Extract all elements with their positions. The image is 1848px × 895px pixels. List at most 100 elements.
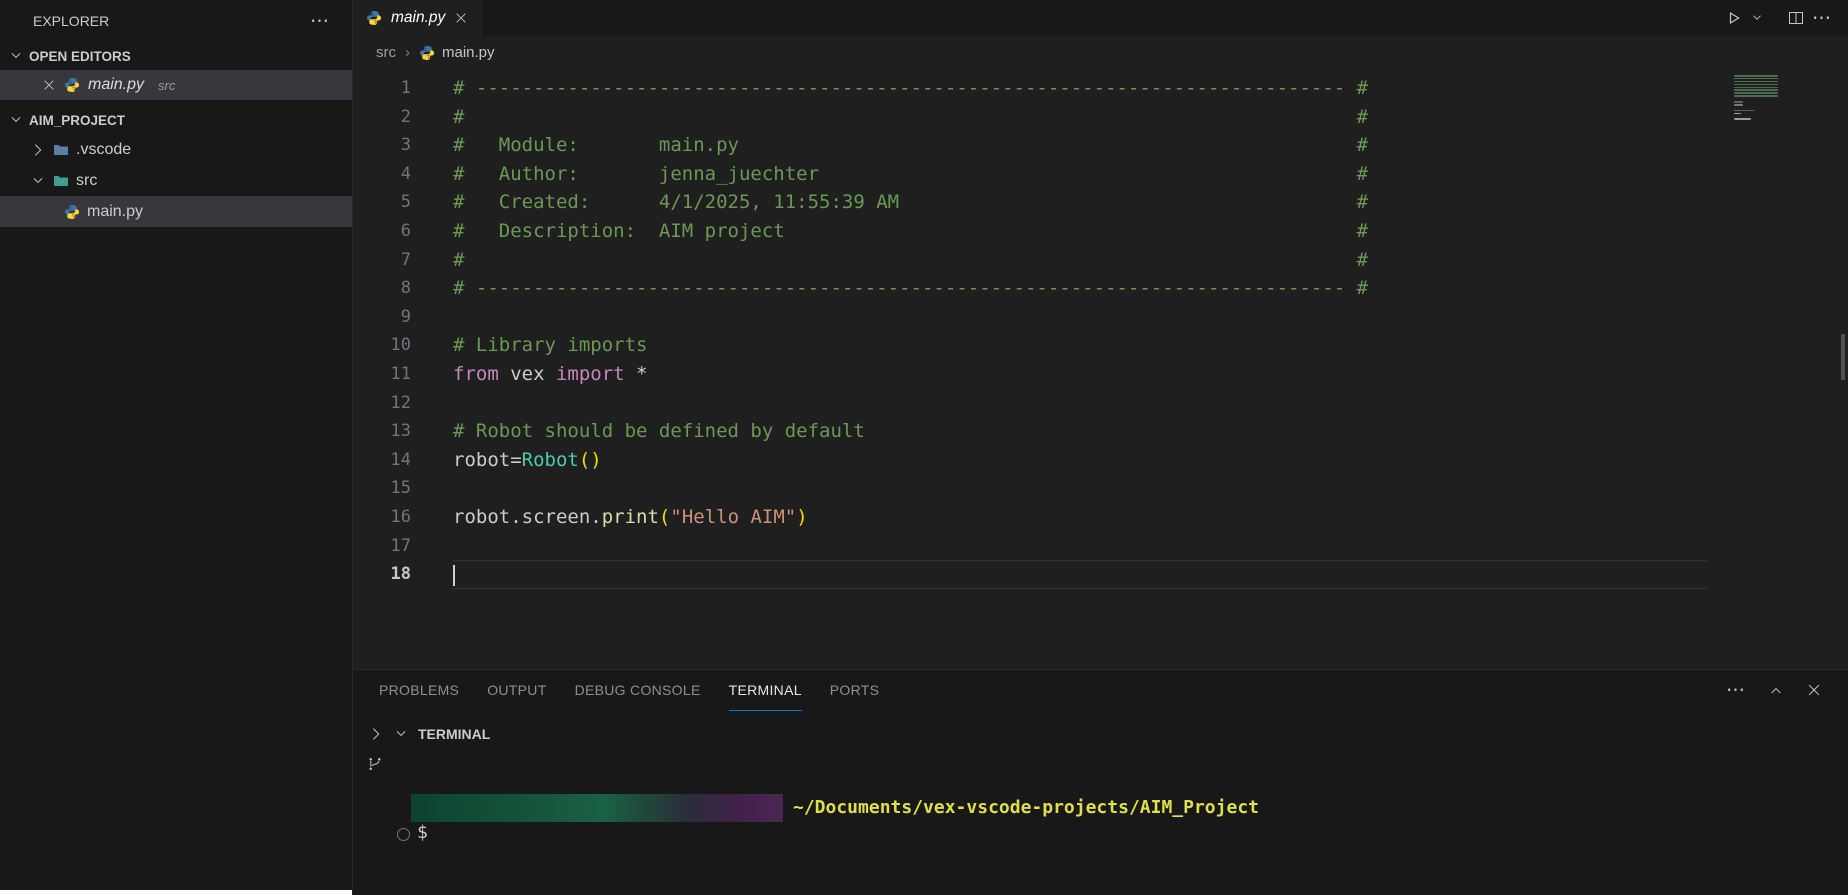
- code-line[interactable]: 9: [353, 303, 1848, 332]
- code-line[interactable]: 2# #: [353, 103, 1848, 132]
- scrollbar-thumb[interactable]: [1841, 334, 1845, 380]
- terminal-section-header[interactable]: TERMINAL: [368, 720, 490, 748]
- code-line[interactable]: 11from vex import *: [353, 360, 1848, 389]
- tree-item-label: src: [76, 172, 97, 190]
- terminal-section-title: TERMINAL: [418, 726, 490, 742]
- close-icon[interactable]: [42, 78, 56, 92]
- panel-tab-problems[interactable]: PROBLEMS: [379, 670, 459, 711]
- breadcrumb-separator-icon: ›: [405, 44, 410, 61]
- code-line[interactable]: 6# Description: AIM project #: [353, 217, 1848, 246]
- line-text: # Created: 4/1/2025, 11:55:39 AM #: [411, 188, 1368, 217]
- panel-tab-ports[interactable]: PORTS: [830, 670, 879, 711]
- panel-close-icon[interactable]: [1806, 682, 1822, 698]
- code-line[interactable]: 12: [353, 389, 1848, 418]
- minimap-line: [1734, 81, 1778, 83]
- tree-item-src-folder[interactable]: src: [0, 165, 352, 196]
- line-number: 13: [353, 417, 411, 446]
- panel-tab-terminal[interactable]: TERMINAL: [729, 670, 802, 711]
- line-number: 12: [353, 389, 411, 418]
- line-text: [411, 303, 453, 332]
- line-number: 14: [353, 446, 411, 475]
- code-line[interactable]: 13# Robot should be defined by default: [353, 417, 1848, 446]
- panel-more-icon[interactable]: ⋯: [1726, 679, 1746, 702]
- line-text: from vex import *: [411, 360, 648, 389]
- line-number: 10: [353, 331, 411, 360]
- code-line[interactable]: 7# #: [353, 246, 1848, 275]
- code-line[interactable]: 4# Author: jenna_juechter #: [353, 160, 1848, 189]
- code-line[interactable]: 10# Library imports: [353, 331, 1848, 360]
- code-area: 1# -------------------------------------…: [353, 69, 1848, 589]
- code-line[interactable]: 18: [353, 560, 1848, 589]
- open-editor-filename: main.py: [88, 76, 144, 94]
- code-line[interactable]: 17: [353, 532, 1848, 561]
- code-line[interactable]: 14robot=Robot(): [353, 446, 1848, 475]
- breadcrumb-file[interactable]: main.py: [419, 44, 495, 61]
- panel-tabs-row: PROBLEMS OUTPUT DEBUG CONSOLE TERMINAL PORTS…: [353, 670, 1848, 710]
- chevron-right-icon: [30, 142, 46, 158]
- line-number: 7: [353, 246, 411, 275]
- line-number: 16: [353, 503, 411, 532]
- line-text: # #: [411, 103, 1368, 132]
- python-file-icon: [64, 77, 80, 93]
- code-line[interactable]: 15: [353, 474, 1848, 503]
- minimap-line: [1734, 118, 1751, 120]
- open-editor-item-mainpy[interactable]: main.py src: [0, 70, 352, 100]
- window-edge-artifact: [0, 890, 352, 895]
- open-editors-section-header[interactable]: OPEN EDITORS: [0, 42, 352, 70]
- text-cursor: [453, 565, 455, 586]
- line-text: # #: [411, 246, 1368, 275]
- line-text: # Module: main.py #: [411, 131, 1368, 160]
- editor-more-icon[interactable]: ⋯: [1812, 7, 1832, 30]
- run-python-button[interactable]: [1726, 10, 1742, 26]
- panel-tabs: PROBLEMS OUTPUT DEBUG CONSOLE TERMINAL PORTS: [379, 670, 907, 710]
- line-text: # Description: AIM project #: [411, 217, 1368, 246]
- code-line[interactable]: 8# -------------------------------------…: [353, 274, 1848, 303]
- split-editor-icon[interactable]: [1788, 10, 1804, 26]
- minimap[interactable]: [1734, 75, 1830, 127]
- line-text: # --------------------------------------…: [411, 74, 1368, 103]
- line-number: 8: [353, 274, 411, 303]
- line-number: 11: [353, 360, 411, 389]
- line-text: # --------------------------------------…: [411, 274, 1368, 303]
- tab-mainpy[interactable]: main.py: [353, 0, 482, 36]
- panel-tab-debug-console[interactable]: DEBUG CONSOLE: [575, 670, 701, 711]
- bottom-panel: PROBLEMS OUTPUT DEBUG CONSOLE TERMINAL PORTS…: [353, 669, 1848, 895]
- chevron-down-icon: [393, 726, 409, 742]
- python-file-icon: [419, 45, 435, 61]
- chevron-down-icon: [30, 173, 46, 189]
- chevron-right-icon: [368, 726, 384, 742]
- tree-item-label: .vscode: [76, 141, 131, 159]
- explorer-more-icon[interactable]: ⋯: [310, 10, 330, 33]
- tab-close-icon[interactable]: [454, 11, 468, 25]
- minimap-line: [1734, 101, 1743, 103]
- tab-label: main.py: [391, 9, 445, 27]
- terminal-prompt: $: [417, 819, 428, 847]
- code-line[interactable]: 16robot.screen.print("Hello AIM"): [353, 503, 1848, 532]
- terminal-branch-icon: [367, 756, 383, 772]
- line-number: 6: [353, 217, 411, 246]
- line-text: robot=Robot(): [411, 446, 602, 475]
- minimap-line: [1734, 104, 1743, 106]
- command-decoration-icon[interactable]: [397, 828, 410, 841]
- panel-tab-output[interactable]: OUTPUT: [487, 670, 546, 711]
- code-line[interactable]: 5# Created: 4/1/2025, 11:55:39 AM #: [353, 188, 1848, 217]
- code-editor[interactable]: 1# -------------------------------------…: [353, 69, 1848, 670]
- project-name-label: AIM_PROJECT: [29, 113, 125, 128]
- breadcrumb-folder[interactable]: src: [376, 44, 396, 61]
- panel-maximize-icon[interactable]: [1768, 682, 1784, 698]
- minimap-line: [1734, 110, 1754, 112]
- run-dropdown-icon[interactable]: [1750, 11, 1764, 25]
- folder-icon: [53, 142, 69, 158]
- tree-item-mainpy-file[interactable]: main.py: [0, 196, 352, 227]
- code-line[interactable]: 3# Module: main.py #: [353, 131, 1848, 160]
- line-text: [411, 474, 453, 503]
- editor-tabbar: main.py ⋯: [353, 0, 1848, 36]
- chevron-down-icon: [8, 48, 24, 64]
- project-section-header[interactable]: AIM_PROJECT: [0, 106, 352, 134]
- code-line[interactable]: 1# -------------------------------------…: [353, 74, 1848, 103]
- src-folder-icon: [53, 173, 69, 189]
- line-number: 15: [353, 474, 411, 503]
- tree-item-vscode-folder[interactable]: .vscode: [0, 134, 352, 165]
- line-number: 18: [353, 560, 411, 589]
- line-number: 9: [353, 303, 411, 332]
